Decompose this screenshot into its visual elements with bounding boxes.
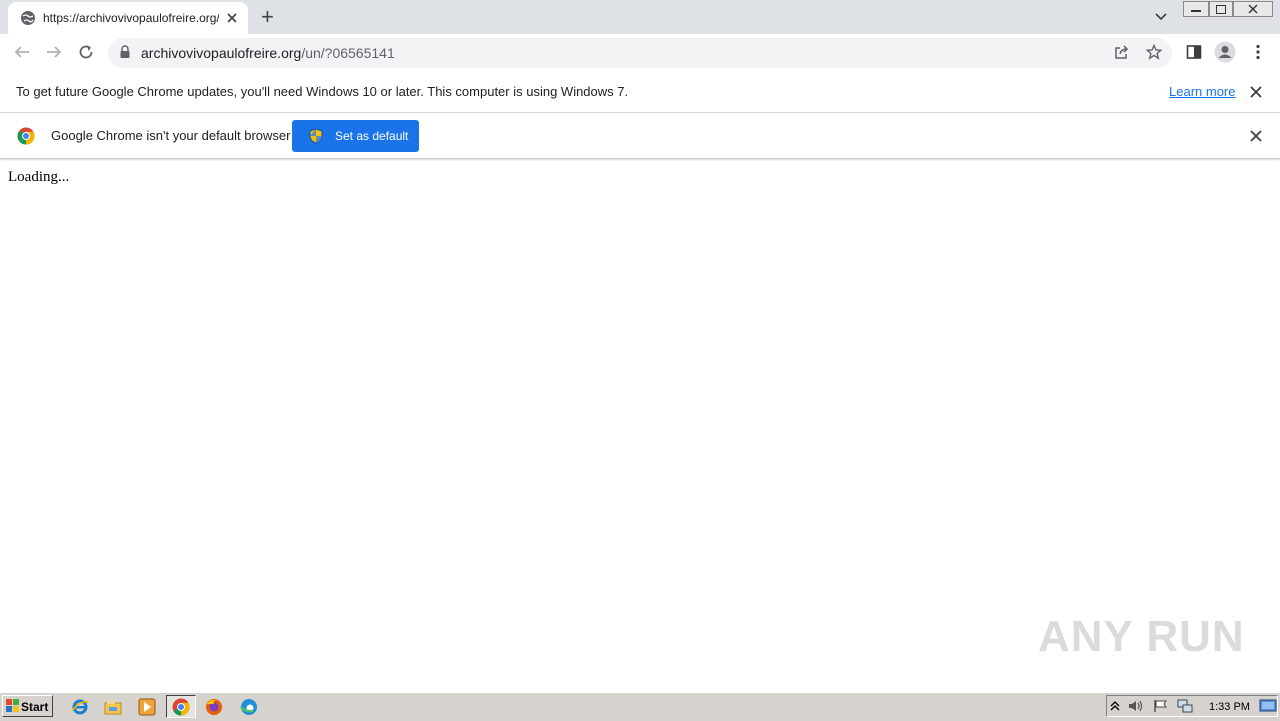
lock-icon[interactable] bbox=[119, 45, 131, 59]
edge-icon[interactable] bbox=[240, 698, 258, 716]
update-infobar-message: To get future Google Chrome updates, you… bbox=[16, 84, 629, 99]
chrome-icon bbox=[172, 698, 190, 716]
share-icon[interactable] bbox=[1114, 44, 1130, 60]
firefox-icon[interactable] bbox=[205, 698, 223, 716]
profile-avatar-icon[interactable] bbox=[1214, 41, 1236, 63]
active-tab[interactable]: https://archivovivopaulofreire.org/u bbox=[8, 2, 248, 34]
volume-icon[interactable] bbox=[1128, 699, 1144, 713]
side-panel-icon[interactable] bbox=[1186, 44, 1202, 60]
default-infobar-close-icon[interactable] bbox=[1250, 130, 1262, 142]
back-arrow-icon[interactable] bbox=[13, 44, 31, 60]
action-center-flag-icon[interactable] bbox=[1153, 699, 1169, 713]
update-infobar-close-icon[interactable] bbox=[1250, 86, 1262, 98]
minimize-button[interactable] bbox=[1183, 1, 1209, 17]
media-player-icon[interactable] bbox=[138, 698, 156, 716]
tab-title: https://archivovivopaulofreire.org/u bbox=[43, 11, 219, 25]
uac-shield-icon bbox=[309, 128, 323, 144]
new-tab-button[interactable]: + bbox=[261, 4, 274, 30]
start-label: Start bbox=[21, 700, 49, 714]
globe-icon bbox=[21, 11, 35, 25]
close-icon bbox=[1248, 4, 1258, 14]
restore-button[interactable] bbox=[1209, 1, 1233, 17]
tray-expand-icon[interactable] bbox=[1110, 700, 1120, 712]
bookmark-star-icon[interactable] bbox=[1146, 44, 1162, 60]
windows-logo-icon bbox=[6, 699, 19, 712]
network-icon[interactable] bbox=[1177, 699, 1193, 713]
set-as-default-button[interactable]: Set as default bbox=[292, 120, 419, 152]
loading-text: Loading... bbox=[8, 169, 70, 185]
taskbar-chrome-button[interactable] bbox=[166, 695, 196, 718]
tab-search-chevron-icon[interactable] bbox=[1154, 10, 1168, 24]
taskbar-clock[interactable]: 1:33 PM bbox=[1209, 701, 1250, 713]
default-browser-message: Google Chrome isn't your default browser bbox=[51, 128, 291, 143]
anyrun-watermark: ANY RUN bbox=[1038, 612, 1245, 661]
set-as-default-label: Set as default bbox=[335, 129, 409, 143]
show-desktop-icon[interactable] bbox=[1259, 699, 1277, 713]
tab-close-icon[interactable] bbox=[226, 12, 238, 24]
forward-arrow-icon[interactable] bbox=[45, 44, 63, 60]
menu-kebab-icon[interactable] bbox=[1252, 44, 1264, 60]
close-window-button[interactable] bbox=[1233, 1, 1273, 17]
url-text[interactable]: archivovivopaulofreire.org/un/?06565141 bbox=[141, 45, 395, 61]
url-path: /un/?06565141 bbox=[301, 45, 395, 61]
url-host: archivovivopaulofreire.org bbox=[141, 45, 302, 61]
reload-icon[interactable] bbox=[77, 43, 95, 61]
explorer-icon[interactable] bbox=[104, 698, 122, 716]
chrome-logo-icon bbox=[17, 127, 35, 145]
learn-more-link[interactable]: Learn more bbox=[1169, 84, 1235, 99]
ie-icon[interactable] bbox=[71, 698, 89, 716]
start-button[interactable]: Start bbox=[2, 695, 53, 717]
